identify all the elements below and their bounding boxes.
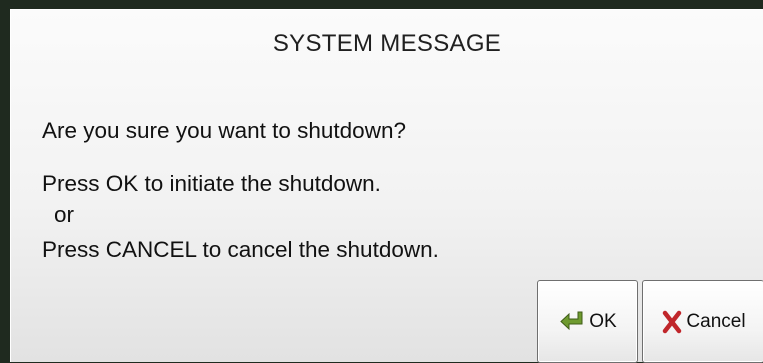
cancel-instruction: Press CANCEL to cancel the shutdown. [42, 237, 439, 262]
shutdown-question: Are you sure you want to shutdown? [42, 118, 406, 143]
cancel-button[interactable]: Cancel [642, 280, 763, 363]
ok-label: OK [589, 310, 617, 332]
system-message-dialog: SYSTEM MESSAGE Are you sure you want to … [10, 9, 763, 363]
or-separator: or [54, 202, 75, 227]
enter-arrow-icon [558, 310, 586, 334]
ok-button[interactable]: OK [537, 280, 638, 363]
ok-instruction: Press OK to initiate the shutdown. [42, 171, 381, 196]
dialog-title: SYSTEM MESSAGE [272, 30, 502, 57]
cancel-label: Cancel [686, 310, 746, 332]
x-icon [661, 310, 683, 334]
